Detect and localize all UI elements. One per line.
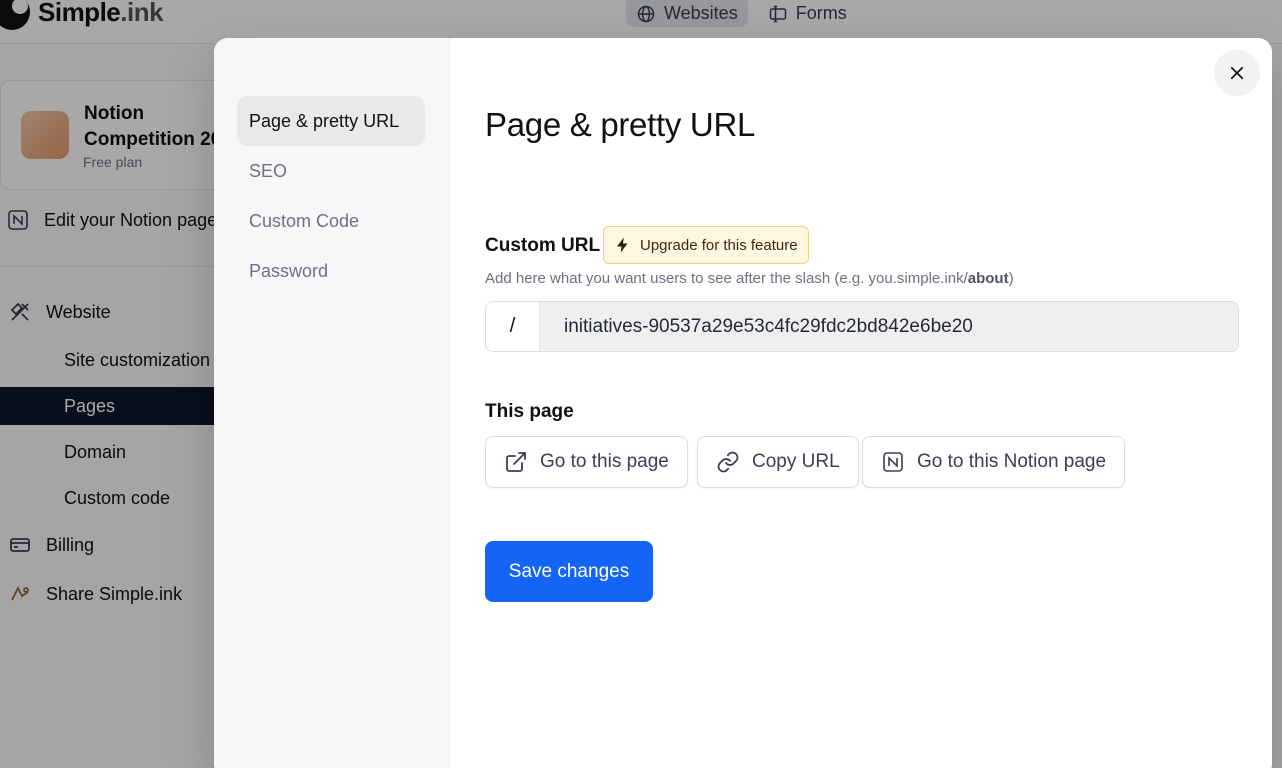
go-to-page-label: Go to this page — [540, 451, 669, 472]
upgrade-badge-label: Upgrade for this feature — [640, 236, 798, 254]
this-page-label: This page — [485, 401, 574, 422]
go-to-notion-label: Go to this Notion page — [917, 451, 1107, 472]
copy-url-button[interactable]: Copy URL — [697, 436, 859, 488]
notion-icon — [883, 452, 903, 472]
modal-nav-seo[interactable]: SEO — [237, 146, 425, 196]
save-changes-button[interactable]: Save changes — [485, 541, 653, 602]
copy-url-label: Copy URL — [752, 451, 840, 472]
external-link-icon — [506, 452, 526, 472]
go-to-notion-button[interactable]: Go to this Notion page — [862, 436, 1126, 488]
custom-url-label: Custom URL — [485, 235, 601, 256]
lightning-icon — [617, 237, 628, 253]
modal-nav-password[interactable]: Password — [237, 246, 425, 296]
custom-url-help: Add here what you want users to see afte… — [485, 270, 1014, 287]
modal-nav-page-url[interactable]: Page & pretty URL — [237, 96, 425, 146]
modal-content: Page & pretty URL Custom URL Upgrade for… — [485, 38, 1272, 768]
upgrade-badge[interactable]: Upgrade for this feature — [603, 226, 809, 264]
modal-nav: Page & pretty URL SEO Custom Code Passwo… — [214, 38, 450, 768]
page-title: Page & pretty URL — [485, 106, 756, 143]
url-prefix: / — [486, 302, 540, 351]
page-settings-modal: Page & pretty URL SEO Custom Code Passwo… — [214, 38, 1272, 768]
go-to-page-button[interactable]: Go to this page — [485, 436, 688, 488]
link-icon — [717, 451, 739, 473]
custom-url-field: / — [485, 301, 1239, 352]
modal-nav-custom-code[interactable]: Custom Code — [237, 196, 425, 246]
custom-url-input[interactable] — [540, 302, 1238, 351]
